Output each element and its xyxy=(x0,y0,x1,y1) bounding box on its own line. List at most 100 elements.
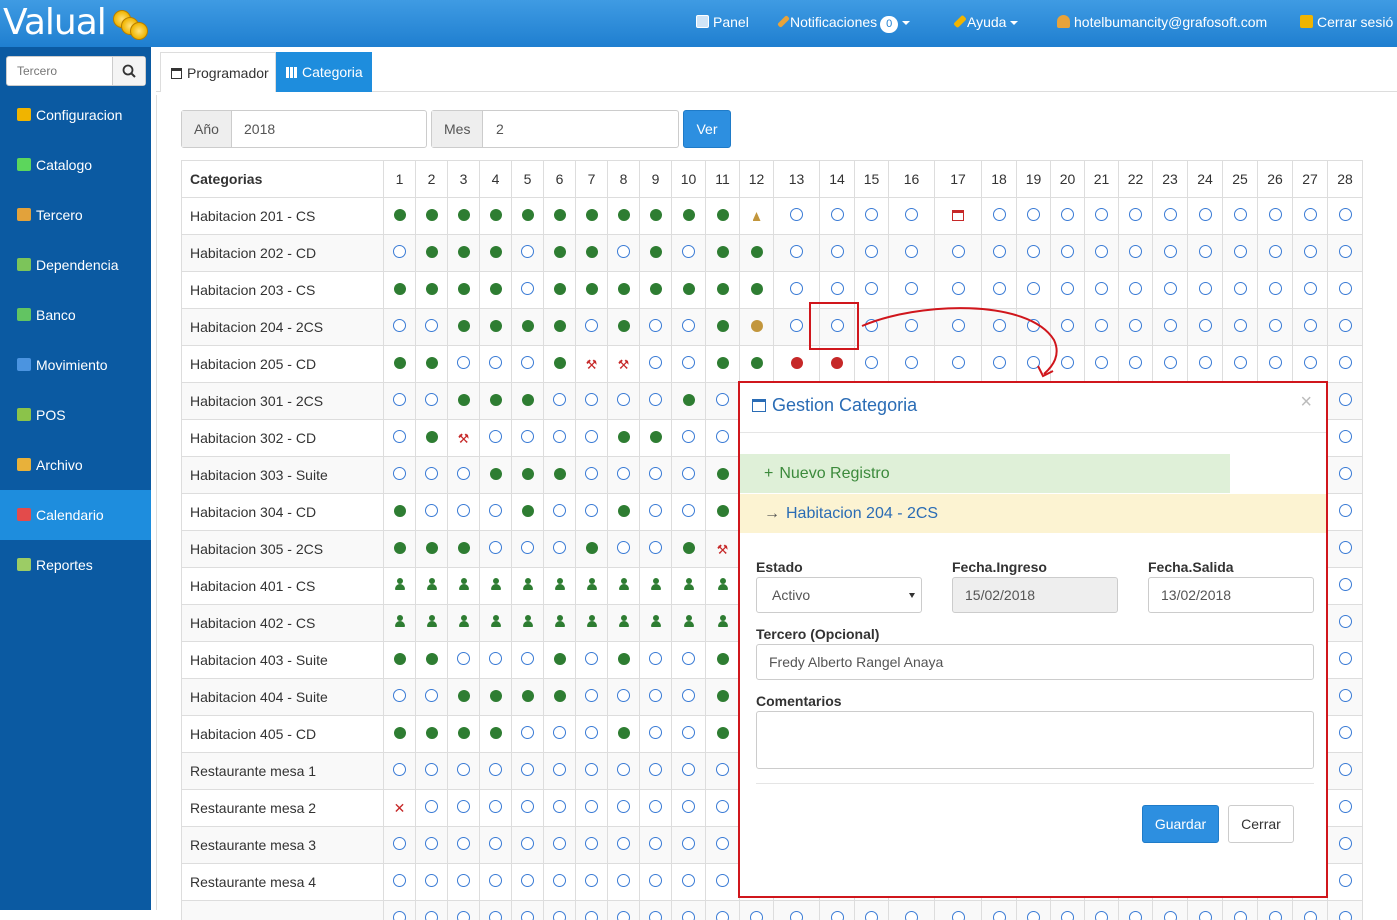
day-cell[interactable] xyxy=(512,605,544,642)
day-cell[interactable] xyxy=(384,383,416,420)
nav-ayuda[interactable]: Ayuda xyxy=(957,14,1018,30)
day-cell[interactable] xyxy=(1085,235,1119,272)
day-cell[interactable] xyxy=(544,901,576,920)
day-cell[interactable] xyxy=(1119,309,1153,346)
day-cell[interactable]: ✕ xyxy=(384,790,416,827)
day-cell[interactable] xyxy=(512,309,544,346)
day-cell[interactable]: ⚒ xyxy=(706,531,740,568)
day-cell[interactable] xyxy=(672,753,706,790)
day-cell[interactable] xyxy=(576,531,608,568)
day-cell[interactable] xyxy=(384,864,416,901)
day-cell[interactable] xyxy=(640,309,672,346)
day-cell[interactable] xyxy=(448,679,480,716)
day-cell[interactable] xyxy=(576,457,608,494)
cerrar-button[interactable]: Cerrar xyxy=(1228,805,1294,843)
day-cell[interactable] xyxy=(512,790,544,827)
day-cell[interactable] xyxy=(416,827,448,864)
sidebar-item-reportes[interactable]: Reportes xyxy=(0,540,151,590)
day-cell[interactable] xyxy=(640,272,672,309)
day-cell[interactable] xyxy=(889,235,935,272)
day-cell[interactable] xyxy=(1293,235,1328,272)
day-cell[interactable] xyxy=(480,457,512,494)
day-cell[interactable] xyxy=(544,346,576,383)
day-cell[interactable] xyxy=(512,716,544,753)
day-cell[interactable] xyxy=(640,679,672,716)
day-cell[interactable] xyxy=(416,679,448,716)
day-cell[interactable] xyxy=(608,494,640,531)
day-cell[interactable] xyxy=(384,235,416,272)
day-cell[interactable] xyxy=(576,605,608,642)
day-cell[interactable] xyxy=(544,827,576,864)
day-cell[interactable] xyxy=(480,827,512,864)
day-cell[interactable] xyxy=(480,790,512,827)
day-cell[interactable]: ⚒ xyxy=(608,346,640,383)
day-cell[interactable] xyxy=(576,753,608,790)
day-cell[interactable] xyxy=(982,235,1017,272)
day-cell[interactable] xyxy=(1328,790,1363,827)
day-cell[interactable] xyxy=(448,272,480,309)
day-cell[interactable] xyxy=(608,272,640,309)
day-cell[interactable] xyxy=(672,457,706,494)
day-cell[interactable] xyxy=(512,494,544,531)
day-cell[interactable] xyxy=(640,716,672,753)
day-cell[interactable] xyxy=(1293,346,1328,383)
day-cell[interactable] xyxy=(982,198,1017,235)
day-cell[interactable] xyxy=(480,198,512,235)
day-cell[interactable] xyxy=(672,679,706,716)
nav-notificaciones[interactable]: Notificaciones0 xyxy=(781,14,910,33)
day-cell[interactable] xyxy=(448,346,480,383)
day-cell[interactable] xyxy=(672,568,706,605)
day-cell[interactable] xyxy=(1328,827,1363,864)
day-cell[interactable] xyxy=(640,494,672,531)
day-cell[interactable] xyxy=(416,531,448,568)
tercero-field[interactable]: Fredy Alberto Rangel Anaya xyxy=(756,644,1314,680)
day-cell[interactable] xyxy=(448,494,480,531)
sidebar-item-tercero[interactable]: Tercero xyxy=(0,190,151,240)
day-cell[interactable] xyxy=(608,716,640,753)
day-cell[interactable] xyxy=(384,420,416,457)
day-cell[interactable] xyxy=(774,346,820,383)
day-cell[interactable] xyxy=(576,716,608,753)
day-cell[interactable] xyxy=(1328,605,1363,642)
day-cell[interactable] xyxy=(706,420,740,457)
day-cell[interactable] xyxy=(706,790,740,827)
day-cell[interactable] xyxy=(1328,309,1363,346)
day-cell[interactable] xyxy=(480,531,512,568)
day-cell[interactable] xyxy=(706,642,740,679)
day-cell[interactable] xyxy=(1153,309,1188,346)
day-cell[interactable] xyxy=(640,420,672,457)
day-cell[interactable] xyxy=(576,642,608,679)
day-cell[interactable] xyxy=(512,198,544,235)
day-cell[interactable] xyxy=(384,605,416,642)
day-cell[interactable] xyxy=(1328,457,1363,494)
day-cell[interactable] xyxy=(480,568,512,605)
day-cell[interactable] xyxy=(448,827,480,864)
day-cell[interactable] xyxy=(416,494,448,531)
day-cell[interactable] xyxy=(544,679,576,716)
day-cell[interactable] xyxy=(706,457,740,494)
day-cell[interactable] xyxy=(576,568,608,605)
day-cell[interactable] xyxy=(1085,346,1119,383)
day-cell[interactable] xyxy=(1051,235,1085,272)
day-cell[interactable] xyxy=(512,420,544,457)
sidebar-item-catalogo[interactable]: Catalogo xyxy=(0,140,151,190)
day-cell[interactable] xyxy=(384,901,416,920)
day-cell[interactable] xyxy=(774,198,820,235)
day-cell[interactable] xyxy=(1223,346,1258,383)
day-cell[interactable] xyxy=(640,235,672,272)
day-cell[interactable] xyxy=(1017,901,1051,920)
day-cell[interactable] xyxy=(480,901,512,920)
day-cell[interactable] xyxy=(1153,235,1188,272)
day-cell[interactable] xyxy=(935,235,982,272)
day-cell[interactable] xyxy=(448,383,480,420)
day-cell[interactable] xyxy=(384,642,416,679)
search-button[interactable] xyxy=(112,57,145,85)
day-cell[interactable] xyxy=(416,457,448,494)
day-cell[interactable] xyxy=(1153,198,1188,235)
day-cell[interactable] xyxy=(544,605,576,642)
day-cell[interactable] xyxy=(1293,309,1328,346)
day-cell[interactable] xyxy=(820,235,855,272)
day-cell[interactable] xyxy=(384,716,416,753)
day-cell[interactable] xyxy=(576,383,608,420)
day-cell[interactable] xyxy=(448,642,480,679)
